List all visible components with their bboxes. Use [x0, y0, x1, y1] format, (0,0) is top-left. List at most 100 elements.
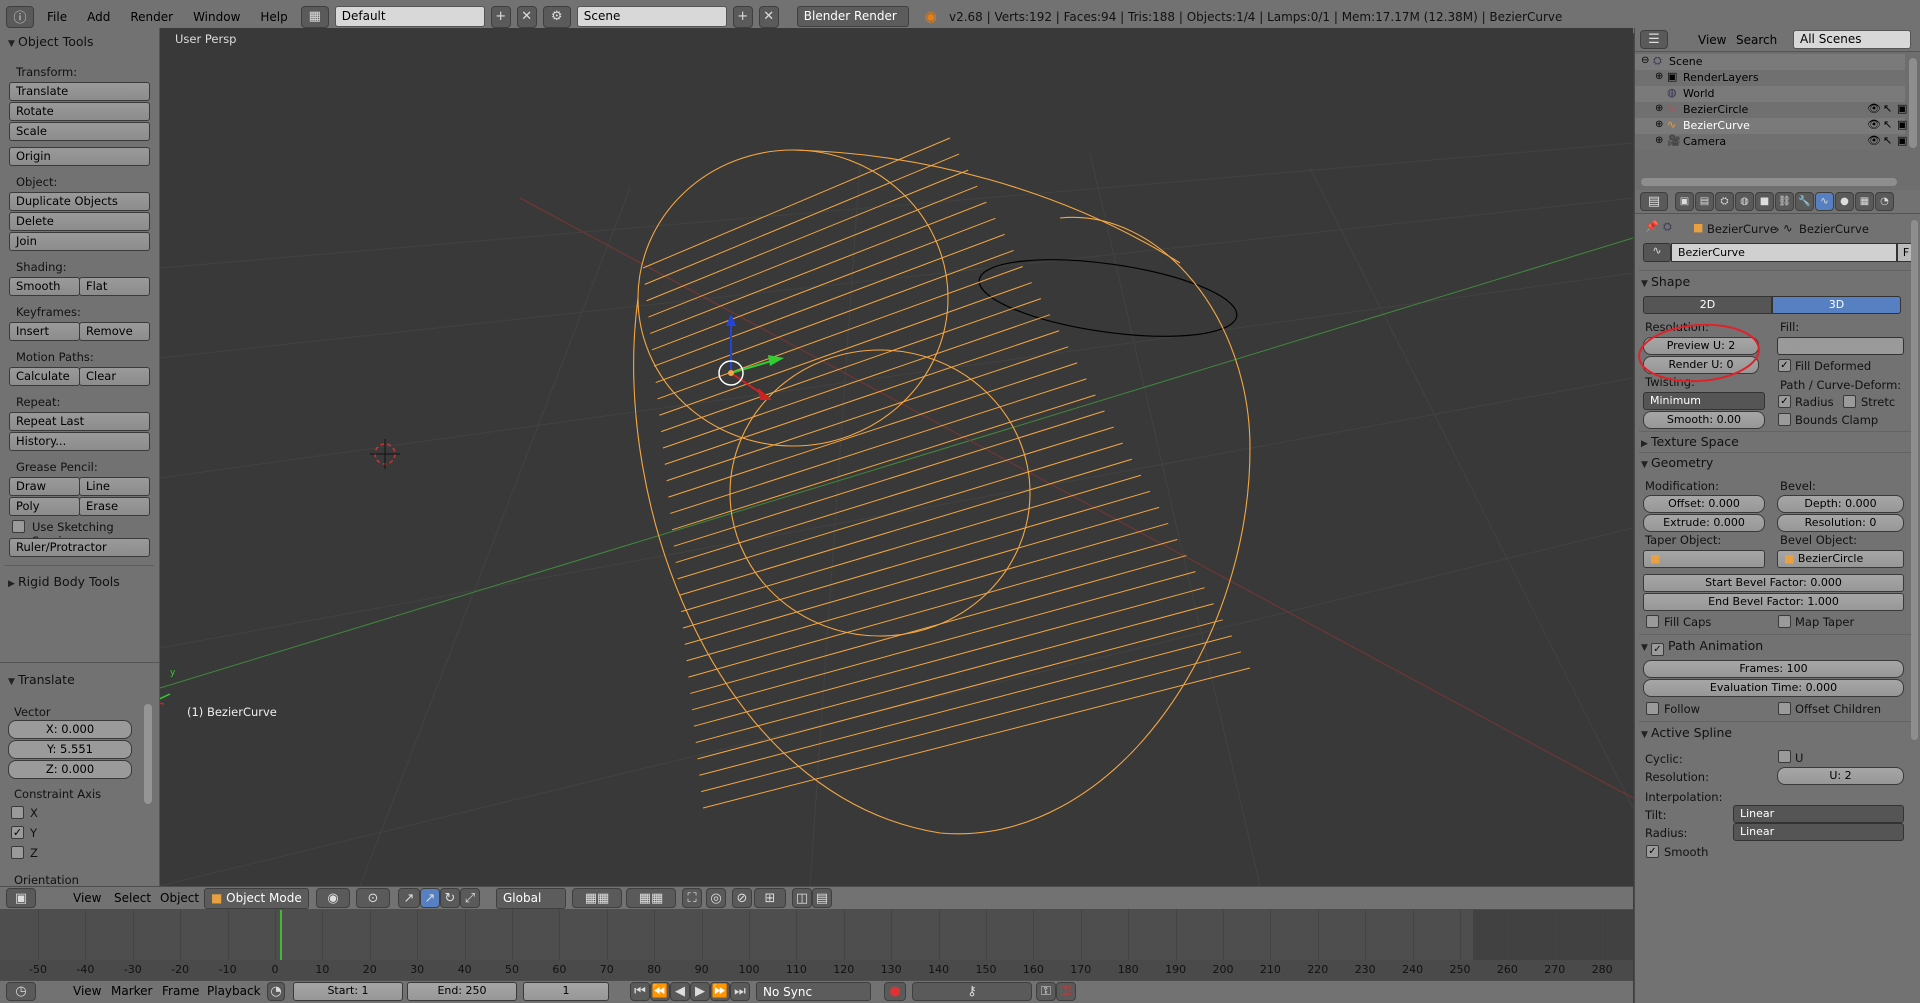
add-scene-icon[interactable]: + [732, 5, 753, 28]
extrude-field[interactable]: Extrude: 0.000 [1643, 514, 1765, 532]
transform-orientation-select[interactable]: Global [496, 888, 566, 909]
outliner-h-scrollbar[interactable] [1641, 178, 1897, 186]
renderable-camera-icon[interactable]: ▣ [1897, 102, 1907, 115]
timeline-editor-icon[interactable]: ◷ [6, 982, 36, 1001]
outliner-row-beziercircle[interactable]: ⊕ ∿ BezierCircle 👁 ↖ ▣ [1635, 102, 1907, 118]
render-animation-icon[interactable]: ▤ [812, 888, 832, 908]
offset-field[interactable]: Offset: 0.000 [1643, 495, 1765, 513]
spline-resolution-field[interactable]: U: 2 [1777, 767, 1904, 785]
outliner-editor-icon[interactable]: ☰ [1640, 30, 1668, 49]
snap-toggle-icon[interactable]: ⊘ [732, 888, 752, 908]
3d-cursor[interactable] [370, 439, 400, 469]
bezier-curve-wireframe[interactable] [633, 149, 1251, 835]
jump-keyframe-back-icon[interactable]: ⏪ [650, 982, 670, 1001]
selectable-cursor-icon[interactable]: ↖ [1883, 118, 1892, 131]
end-frame-field[interactable]: End: 250 [407, 982, 517, 1001]
geometry-panel-header[interactable]: ▼ Geometry [1641, 455, 1713, 470]
remove-layout-icon[interactable]: ✕ [516, 5, 537, 28]
bevel-depth-field[interactable]: Depth: 0.000 [1777, 495, 1904, 513]
sketching-checkbox[interactable] [12, 520, 25, 533]
select-menu[interactable]: Select [107, 888, 158, 908]
flat-shading-button[interactable]: Flat [79, 277, 150, 296]
repeat-last-button[interactable]: Repeat Last [9, 412, 150, 431]
shape-panel-header[interactable]: ▼ Shape [1641, 274, 1690, 289]
mode-select[interactable]: ■ Object Mode [204, 888, 309, 909]
properties-editor-icon[interactable]: ▤ [1640, 192, 1668, 211]
line-button[interactable]: Line [79, 477, 150, 496]
manipulator-toggle-icon[interactable]: ↗ [398, 888, 420, 908]
origin-button[interactable]: Origin [9, 147, 150, 166]
add-layout-icon[interactable]: + [490, 5, 511, 28]
outliner-row-world[interactable]: ◍ World [1635, 86, 1905, 102]
pivot-point-icon[interactable]: ⊙ [356, 888, 390, 908]
offset-children-checkbox[interactable] [1778, 702, 1791, 715]
object-menu[interactable]: Object [153, 888, 206, 908]
selectable-cursor-icon[interactable]: ↖ [1883, 102, 1892, 115]
outliner-row-beziercurve[interactable]: ⊕ ∿ BezierCurve 👁 ↖ ▣ [1635, 118, 1907, 134]
outliner-row-camera[interactable]: ⊕ 🎥 Camera 👁 ↖ ▣ [1635, 134, 1907, 150]
evaluation-time-field[interactable]: Evaluation Time: 0.000 [1643, 679, 1904, 697]
cyclic-u-checkbox[interactable] [1778, 750, 1791, 763]
radius-checkbox[interactable]: ✓ [1778, 395, 1791, 408]
current-frame-indicator[interactable] [280, 910, 282, 960]
playback-menu[interactable]: Playback [200, 981, 268, 1001]
play-reverse-icon[interactable]: ◀ [670, 982, 690, 1001]
editor-type-icon[interactable]: ▣ [6, 888, 36, 908]
follow-checkbox[interactable] [1646, 702, 1659, 715]
start-frame-field[interactable]: Start: 1 [293, 982, 403, 1001]
lock-layers-icon[interactable]: ⛶ [682, 888, 702, 908]
smooth-shading-button[interactable]: Smooth [9, 277, 80, 296]
visibility-eye-icon[interactable]: 👁 [1867, 102, 1881, 115]
insert-keyframe-icon[interactable]: ⚿ [1036, 982, 1056, 1001]
menu-add[interactable]: Add [80, 7, 117, 27]
keying-set-field[interactable]: ⚷ [912, 982, 1032, 1001]
expand-icon[interactable]: ⊕ [1655, 135, 1663, 146]
constraint-x-checkbox[interactable] [11, 806, 24, 819]
transform-manipulator[interactable] [718, 314, 784, 400]
tilt-interpolation-select[interactable]: Linear [1733, 805, 1904, 823]
insert-keyframe-button[interactable]: Insert [9, 322, 80, 341]
shading-mode-icon[interactable]: ◉ [316, 888, 350, 908]
smooth-field[interactable]: Smooth: 0.00 [1643, 411, 1765, 429]
info-editor-icon[interactable]: ⓘ [6, 5, 34, 28]
renderable-camera-icon[interactable]: ▣ [1897, 118, 1907, 131]
delete-keyframe-icon[interactable]: ⚿ [1056, 982, 1076, 1001]
frames-field[interactable]: Frames: 100 [1643, 660, 1904, 678]
expand-icon[interactable]: ⊕ [1655, 103, 1663, 114]
render-tab-icon[interactable]: ▣ [1675, 192, 1694, 211]
render-engine-select[interactable]: Blender Render [796, 6, 909, 27]
marker-menu[interactable]: Marker [104, 981, 159, 1001]
object-tab-icon[interactable]: ■ [1755, 192, 1774, 211]
duplicate-objects-button[interactable]: Duplicate Objects [9, 192, 150, 211]
outliner-row-scene[interactable]: ⊖ ⛭ Scene [1635, 54, 1905, 70]
scene-field[interactable]: Scene [576, 6, 727, 27]
expand-icon[interactable]: ⊖ [1641, 55, 1649, 66]
vector-z-field[interactable]: Z: 0.000 [8, 760, 132, 779]
world-tab-icon[interactable]: ◍ [1735, 192, 1754, 211]
menu-render[interactable]: Render [123, 7, 180, 27]
pin-icon[interactable]: 📌 [1645, 220, 1659, 233]
sync-mode-select[interactable]: No Sync [756, 982, 871, 1001]
material-tab-icon[interactable]: ● [1835, 192, 1854, 211]
jump-end-icon[interactable]: ⏭ [730, 982, 750, 1001]
twisting-mode-select[interactable]: Minimum [1643, 392, 1765, 410]
remove-scene-icon[interactable]: ✕ [758, 5, 779, 28]
fill-deformed-checkbox[interactable]: ✓ [1778, 359, 1791, 372]
modifiers-tab-icon[interactable]: 🔧 [1795, 192, 1814, 211]
translate-button[interactable]: Translate [9, 82, 150, 101]
history-button[interactable]: History... [9, 432, 150, 451]
outliner-v-scrollbar[interactable] [1909, 58, 1917, 148]
smooth-checkbox[interactable]: ✓ [1646, 845, 1659, 858]
erase-button[interactable]: Erase [79, 497, 150, 516]
ruler-button[interactable]: Ruler/Protractor [9, 538, 150, 557]
frame-menu[interactable]: Frame [155, 981, 206, 1001]
stretch-checkbox[interactable] [1843, 395, 1856, 408]
preview-range-icon[interactable]: ◔ [267, 982, 285, 1001]
calculate-button[interactable]: Calculate [9, 367, 80, 386]
timeline-area[interactable]: -50 -40 -30 -20 -10 0 10 20 30 40 50 60 70 80 90 100 110… [0, 910, 1633, 980]
record-icon[interactable]: ● [884, 982, 906, 1001]
scale-manipulator-icon[interactable]: ⤢ [460, 888, 480, 908]
3d-toggle[interactable]: 3D [1772, 296, 1901, 314]
translate-operator-header[interactable]: ▼ Translate [0, 670, 75, 690]
browse-curve-icon[interactable]: ∿ [1643, 243, 1671, 262]
